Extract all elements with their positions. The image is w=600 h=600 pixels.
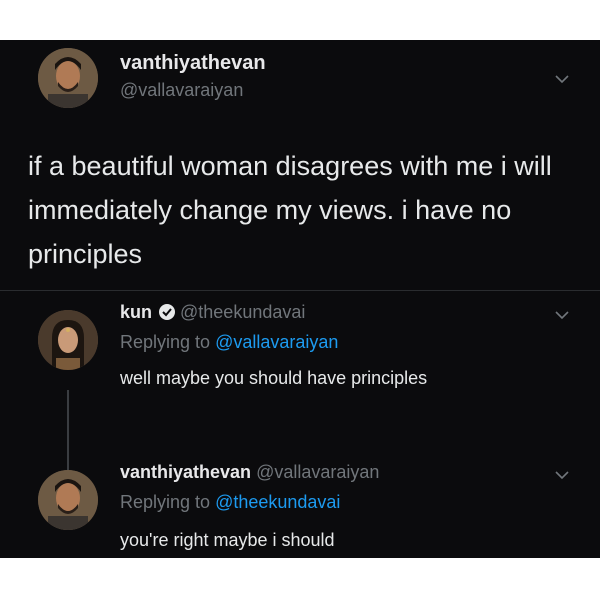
tweet2-handle[interactable]: @theekundavai: [180, 302, 305, 322]
tweet3-text: you're right maybe i should: [120, 530, 335, 550]
tweet-thread: vanthiyathevan @vallavaraiyan if a beaut…: [0, 40, 600, 558]
replying-to-label: Replying to: [120, 492, 216, 512]
thread-connector-line: [67, 390, 69, 478]
avatar[interactable]: [38, 470, 98, 530]
tweet1-handle[interactable]: @vallavaraiyan: [120, 80, 243, 101]
avatar-man-image: [38, 470, 98, 530]
tweet3-handle[interactable]: @vallavaraiyan: [256, 462, 379, 482]
replying-to-link[interactable]: @vallavaraiyan: [215, 332, 338, 352]
avatar[interactable]: [38, 310, 98, 370]
replying-to-label: Replying to: [120, 332, 216, 352]
chevron-down-icon[interactable]: [554, 310, 570, 320]
tweet1-text: if a beautiful woman disagrees with me i…: [28, 151, 552, 269]
tweet2-header: kun @theekundavai: [120, 302, 305, 326]
tweet2-replying-to: Replying to @vallavaraiyan: [120, 332, 338, 353]
tweet3-display-name[interactable]: vanthiyathevan: [120, 462, 251, 482]
replying-to-link[interactable]: @theekundavai: [215, 492, 340, 512]
tweet2-text: well maybe you should have principles: [120, 368, 428, 388]
avatar-woman-image: [38, 310, 98, 370]
tweet2-display-name[interactable]: kun: [120, 302, 152, 322]
chevron-down-icon[interactable]: [554, 74, 570, 84]
divider: [0, 290, 600, 291]
avatar[interactable]: [38, 48, 98, 108]
tweet1-display-name[interactable]: vanthiyathevan: [120, 52, 266, 75]
avatar-man-image: [38, 48, 98, 108]
verified-badge-icon: [158, 303, 176, 326]
chevron-down-icon[interactable]: [554, 470, 570, 480]
tweet3-header: vanthiyathevan @vallavaraiyan: [120, 462, 379, 483]
tweet3-replying-to: Replying to @theekundavai: [120, 492, 340, 513]
